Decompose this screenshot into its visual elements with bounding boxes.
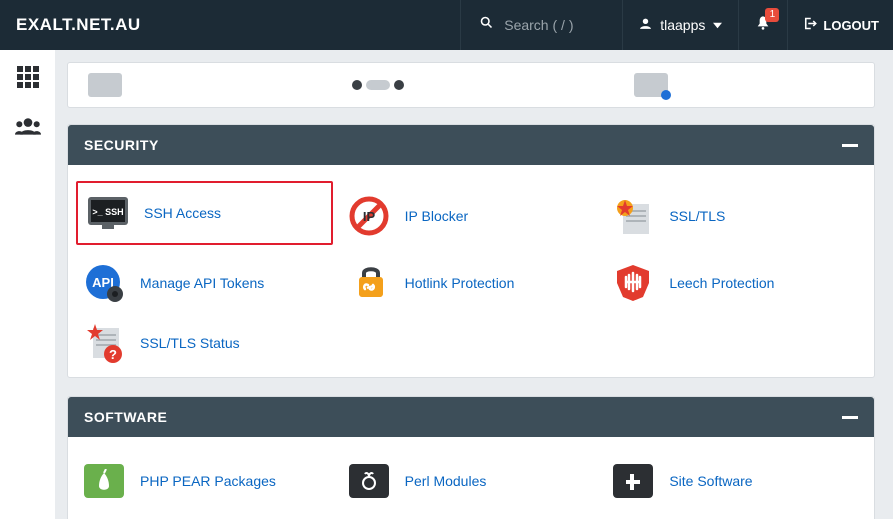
placeholder-icon [352, 80, 404, 90]
item-site-software[interactable]: Site Software [603, 451, 868, 511]
item-multiphp-ini[interactable]: .ini MultiPHP INI Editor [603, 511, 868, 519]
collapse-icon[interactable] [842, 416, 858, 419]
item-label: Leech Protection [669, 275, 774, 291]
item-ssh-access[interactable]: >_ SSH SSH Access [76, 181, 333, 245]
svg-text:IP: IP [363, 209, 376, 224]
svg-text:>_ SSH: >_ SSH [92, 207, 123, 217]
item-ssl-status[interactable]: ? SSL/TLS Status [74, 313, 339, 373]
item-pear[interactable]: PHP PEAR Packages [74, 451, 339, 511]
site-software-icon [609, 461, 657, 501]
panel-header-software[interactable]: SOFTWARE [68, 397, 874, 437]
item-leech[interactable]: Leech Protection [603, 253, 868, 313]
api-icon: API [80, 263, 128, 303]
panel-security: SECURITY >_ SSH SSH Access IP IP Blocker [67, 124, 875, 378]
logout-icon [802, 16, 817, 34]
item-label: Manage API Tokens [140, 275, 264, 291]
ip-blocker-icon: IP [345, 196, 393, 236]
sidebar-apps-button[interactable] [16, 65, 40, 94]
item-label: PHP PEAR Packages [140, 473, 276, 489]
item-label: Site Software [669, 473, 752, 489]
panel-header-security[interactable]: SECURITY [68, 125, 874, 165]
perl-icon [345, 461, 393, 501]
logout-label: LOGOUT [823, 18, 879, 33]
user-menu[interactable]: tlaapps [623, 0, 739, 50]
panel-software: SOFTWARE PHP PEAR Packages [67, 396, 875, 519]
collapse-icon[interactable] [842, 144, 858, 147]
item-api-tokens[interactable]: API Manage API Tokens [74, 253, 339, 313]
item-label: IP Blocker [405, 208, 469, 224]
hotlink-icon [345, 263, 393, 303]
item-label: SSH Access [144, 205, 221, 221]
placeholder-icon [634, 73, 668, 97]
sidebar-users-button[interactable] [15, 116, 41, 141]
leech-icon [609, 263, 657, 303]
logo: EXALT.NET.AU [0, 15, 157, 35]
item-label: SSL/TLS Status [140, 335, 240, 351]
collapsed-row [67, 62, 875, 108]
panel-title: SECURITY [84, 137, 159, 153]
main-content: SECURITY >_ SSH SSH Access IP IP Blocker [55, 50, 893, 519]
ssl-icon [609, 196, 657, 236]
item-multiphp[interactable]: php MultiPHP Manager [339, 511, 604, 519]
logout-button[interactable]: LOGOUT [788, 0, 893, 50]
item-optimize[interactable]: Optimize Website [74, 511, 339, 519]
item-perl[interactable]: Perl Modules [339, 451, 604, 511]
sidebar [0, 50, 55, 519]
username: tlaapps [660, 17, 705, 33]
notifications-button[interactable]: 1 [739, 0, 788, 50]
item-label: Hotlink Protection [405, 275, 515, 291]
svg-text:?: ? [109, 347, 117, 362]
panel-title: SOFTWARE [84, 409, 167, 425]
item-hotlink[interactable]: Hotlink Protection [339, 253, 604, 313]
ssl-status-icon: ? [80, 323, 128, 363]
topbar: EXALT.NET.AU tlaapps 1 LOGOUT [0, 0, 893, 50]
notification-badge: 1 [765, 8, 779, 22]
user-icon [639, 17, 652, 33]
item-label: SSL/TLS [669, 208, 725, 224]
item-ssl-tls[interactable]: SSL/TLS [603, 179, 868, 253]
search-icon [479, 15, 494, 35]
caret-down-icon [713, 17, 722, 33]
placeholder-icon [88, 73, 122, 97]
ssh-icon: >_ SSH [84, 193, 132, 233]
item-label: Perl Modules [405, 473, 487, 489]
search-area[interactable] [460, 0, 623, 50]
search-input[interactable] [504, 17, 604, 33]
pear-icon [80, 461, 128, 501]
item-ip-blocker[interactable]: IP IP Blocker [339, 179, 604, 253]
